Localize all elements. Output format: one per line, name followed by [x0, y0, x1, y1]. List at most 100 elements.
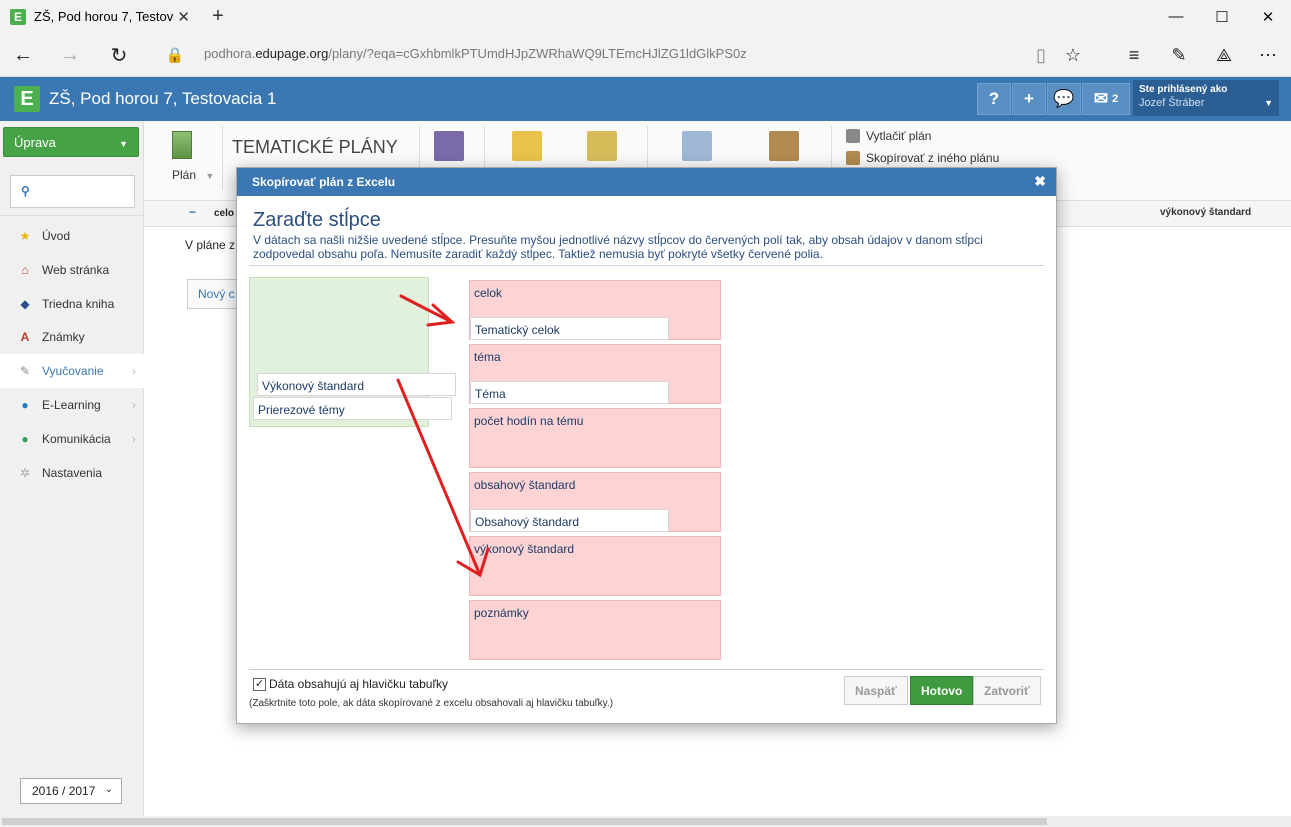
- envelope-icon: ✉: [1093, 89, 1109, 108]
- target-field-celok[interactable]: celok Tematický celok: [469, 280, 721, 340]
- done-button[interactable]: Hotovo: [910, 676, 974, 705]
- dialog-header: Skopírovať plán z Excelu ✖: [237, 168, 1056, 196]
- column-header-celok: celo: [214, 208, 235, 219]
- year-select[interactable]: 2016 / 2017 ⌄: [20, 778, 122, 804]
- user-menu[interactable]: Ste prihlásený ako Jozef Štráber ▼: [1133, 80, 1279, 116]
- scrollbar-thumb[interactable]: [2, 818, 1047, 825]
- structure-icon[interactable]: [682, 131, 712, 161]
- folder-add-icon[interactable]: [512, 131, 542, 161]
- minimize-icon[interactable]: —: [1153, 0, 1199, 33]
- header-row-checkbox[interactable]: ✓: [253, 678, 266, 691]
- copy-from-excel-dialog: Skopírovať plán z Excelu ✖ Zaraďte stĺpc…: [236, 167, 1057, 724]
- checkbox-note: (Zaškrtnite toto pole, ak dáta skopírova…: [249, 698, 614, 709]
- copy-plan-link[interactable]: Skopírovať z iného plánu: [846, 151, 999, 165]
- settings-icon: ✲: [19, 466, 31, 480]
- chevron-right-icon: ›: [132, 364, 136, 378]
- dialog-heading: Zaraďte stĺpce: [253, 209, 381, 231]
- target-field-obsahovy[interactable]: obsahový štandard Obsahový štandard: [469, 472, 721, 532]
- share-icon[interactable]: ⟁: [1211, 42, 1237, 68]
- sidebar-item-triedna-kniha[interactable]: ◆ Triedna kniha: [0, 287, 144, 321]
- dialog-divider: [249, 265, 1044, 266]
- search-icon: ⚲: [21, 184, 30, 198]
- hub-icon[interactable]: ≡: [1121, 42, 1147, 68]
- book-icon: ◆: [20, 297, 30, 311]
- chevron-down-icon: ▼: [119, 139, 128, 149]
- dialog-description: V dátach sa našli nižšie uvedené stĺpce.…: [253, 233, 983, 261]
- chevron-down-icon: ⌄: [104, 784, 113, 795]
- copy-icon: [846, 151, 860, 165]
- empty-plan-text: V pláne z: [185, 238, 236, 252]
- target-field-vykonovy[interactable]: výkonový štandard: [469, 536, 721, 596]
- plan-icon[interactable]: [172, 131, 192, 159]
- dialog-title: Skopírovať plán z Excelu: [252, 175, 396, 189]
- assigned-chip[interactable]: Obsahový štandard: [470, 509, 669, 532]
- column-chip-vykonovy[interactable]: Výkonový štandard: [257, 373, 456, 396]
- sidebar: Úprava ▼ ⚲ ★ Úvod ⌂ Web stránka ◆ Triedna kn…: [0, 121, 144, 816]
- maximize-icon[interactable]: ☐: [1199, 0, 1245, 33]
- sidebar-item-znamky[interactable]: A Známky: [0, 320, 144, 354]
- collapse-icon[interactable]: −: [189, 205, 196, 219]
- forward-icon[interactable]: →: [55, 41, 85, 69]
- sidebar-item-vyucovanie[interactable]: ✎ Vyučovanie ›: [0, 354, 144, 388]
- column-chip-prierezove[interactable]: Prierezové témy: [253, 397, 452, 420]
- sidebar-item-komunikacia[interactable]: ● Komunikácia ›: [0, 422, 144, 456]
- chevron-right-icon: ›: [132, 398, 136, 412]
- target-field-tema[interactable]: téma Téma: [469, 344, 721, 404]
- school-name[interactable]: ZŠ, Pod horou 7, Testovacia 1: [49, 89, 276, 109]
- close-icon[interactable]: ✖: [1034, 173, 1046, 190]
- unassigned-columns-pool[interactable]: Výkonový štandard Prierezové témy: [249, 277, 456, 427]
- target-field-pocet-hodin[interactable]: počet hodín na tému: [469, 408, 721, 468]
- browser-tab[interactable]: E ZŠ, Pod horou 7, Testovac ✕: [0, 0, 200, 33]
- tab-close-icon[interactable]: ✕: [177, 8, 190, 26]
- plan-button-label[interactable]: Plán ▼: [172, 168, 214, 182]
- chevron-right-icon: ›: [132, 432, 136, 446]
- chevron-down-icon: ▼: [1264, 98, 1273, 108]
- add-icon[interactable]: +: [1012, 83, 1046, 115]
- target-label: počet hodín na tému: [474, 414, 584, 428]
- ribbon-separator: [222, 126, 223, 190]
- target-label: poznámky: [474, 606, 529, 620]
- back-icon[interactable]: ←: [8, 41, 38, 69]
- sidebar-item-elearning[interactable]: ● E-Learning ›: [0, 388, 144, 422]
- notes-icon[interactable]: ✎: [1166, 42, 1192, 68]
- sidebar-divider: [0, 215, 144, 216]
- search-input[interactable]: ⚲: [10, 175, 135, 208]
- box-add-icon[interactable]: [769, 131, 799, 161]
- target-field-poznamky[interactable]: poznámky: [469, 600, 721, 660]
- teaching-icon: ✎: [19, 364, 31, 378]
- help-icon[interactable]: ?: [977, 83, 1011, 115]
- web-icon: ⌂: [21, 263, 29, 277]
- folder-check-icon[interactable]: [587, 131, 617, 161]
- url-field[interactable]: podhora.edupage.org/plany/?eqa=cGxhbmlkP…: [204, 46, 747, 61]
- sidebar-item-nastavenia[interactable]: ✲ Nastavenia: [0, 456, 144, 490]
- more-icon[interactable]: ⋯: [1255, 42, 1281, 68]
- target-label: obsahový štandard: [474, 478, 576, 492]
- close-button[interactable]: Zatvoriť: [973, 676, 1041, 705]
- user-name: Jozef Štráber: [1139, 97, 1205, 109]
- tab-title: ZŠ, Pod horou 7, Testovac: [34, 9, 174, 24]
- reading-view-icon[interactable]: ▯: [1028, 42, 1054, 68]
- assigned-chip[interactable]: Tematický celok: [470, 317, 669, 340]
- horizontal-scrollbar[interactable]: [0, 816, 1291, 827]
- checkbox-label[interactable]: Dáta obsahujú aj hlavičku tabuľky: [269, 677, 448, 691]
- close-window-icon[interactable]: ✕: [1245, 0, 1291, 33]
- print-plan-link[interactable]: Vytlačiť plán: [846, 129, 931, 143]
- browser-titlebar: E ZŠ, Pod horou 7, Testovac ✕ + — ☐ ✕: [0, 0, 1291, 33]
- sidebar-item-web[interactable]: ⌂ Web stránka: [0, 253, 144, 287]
- new-tab-icon[interactable]: +: [208, 5, 228, 28]
- edupage-logo-icon[interactable]: E: [14, 86, 40, 112]
- edit-button[interactable]: Úprava ▼: [3, 127, 139, 157]
- dialog-footer-divider: [249, 669, 1044, 670]
- messages-button[interactable]: ✉ 2: [1082, 83, 1130, 115]
- back-button[interactable]: Naspäť: [844, 676, 908, 705]
- user-label: Ste prihlásený ako: [1139, 84, 1228, 95]
- save-icon[interactable]: [434, 131, 464, 161]
- sidebar-item-uvod[interactable]: ★ Úvod: [0, 219, 144, 253]
- favorite-star-icon[interactable]: ☆: [1060, 42, 1086, 68]
- refresh-icon[interactable]: ↻: [104, 41, 134, 69]
- grades-icon: A: [20, 330, 30, 344]
- edupage-favicon-icon: E: [10, 8, 26, 25]
- assigned-chip[interactable]: Téma: [470, 381, 669, 404]
- chat-icon[interactable]: 💬: [1047, 83, 1081, 115]
- globe-icon: ●: [21, 398, 29, 412]
